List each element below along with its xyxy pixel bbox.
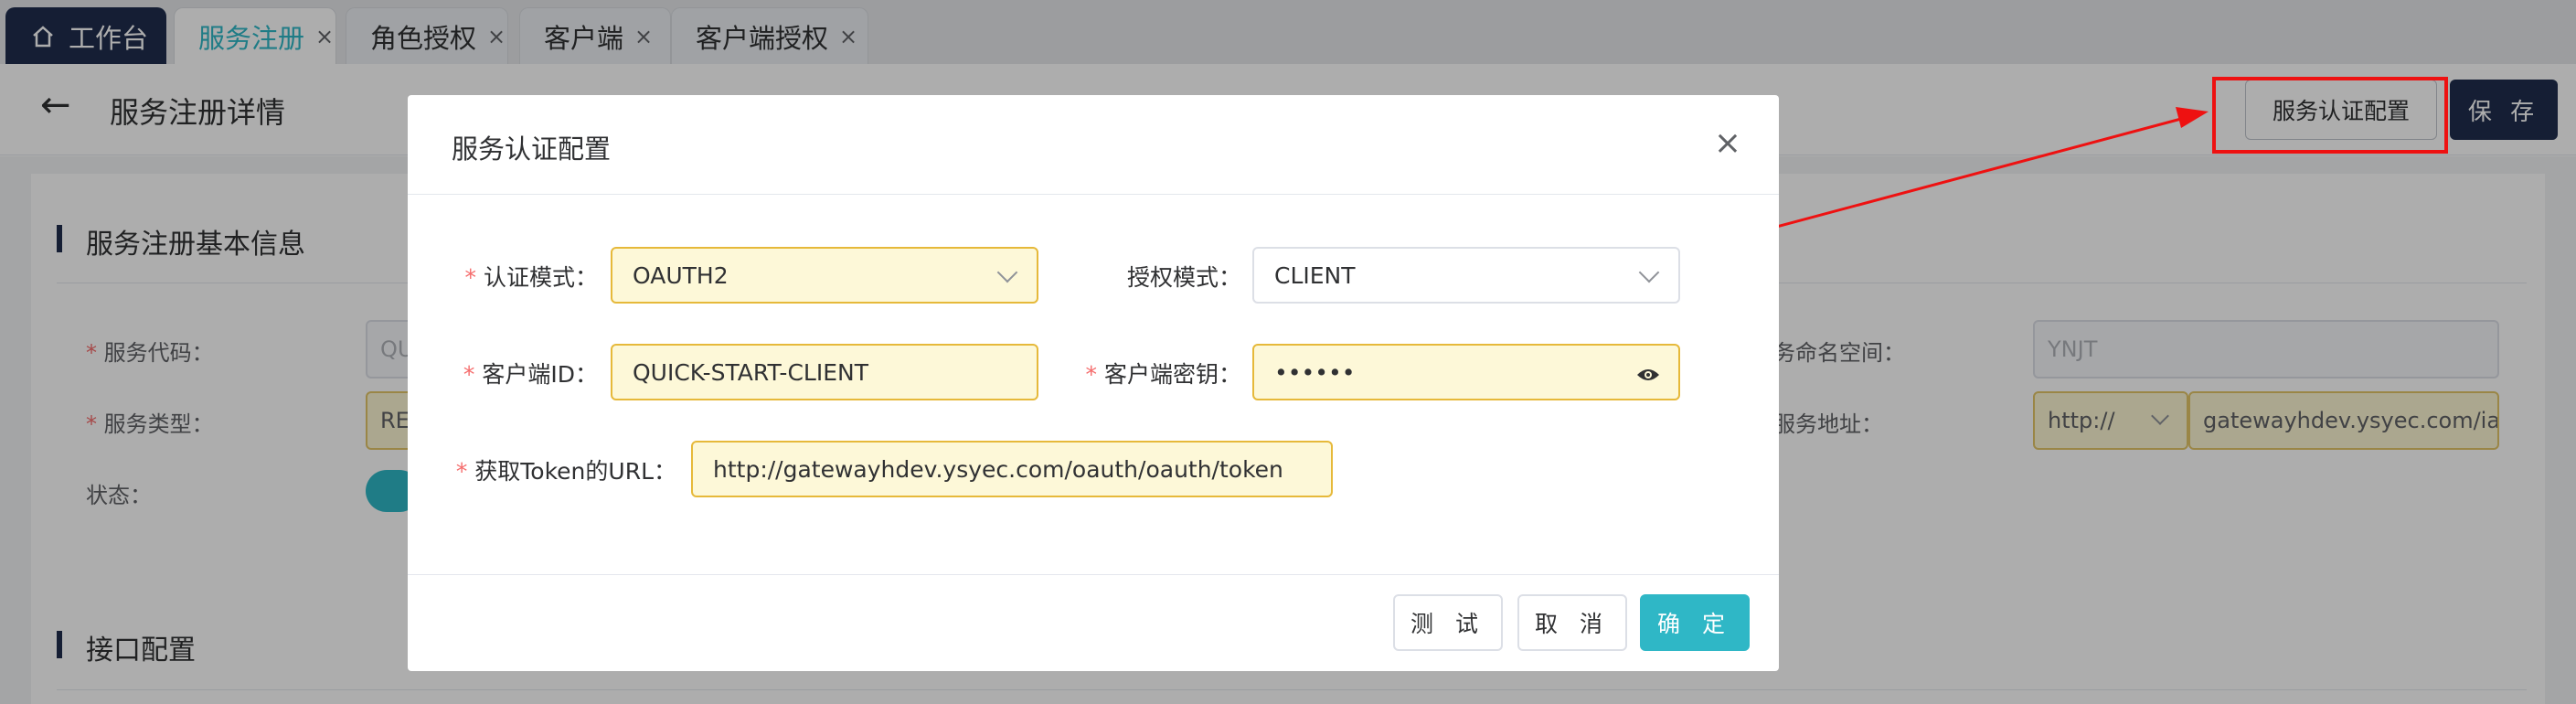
confirm-button[interactable]: 确 定: [1640, 594, 1750, 651]
auth-mode-value: OAUTH2: [633, 261, 729, 289]
client-secret-value: ••••••: [1274, 358, 1356, 386]
client-id-input[interactable]: QUICK-START-CLIENT: [611, 344, 1038, 400]
client-id-label: * 客户端ID：: [463, 361, 598, 388]
client-secret-label: * 客户端密钥：: [1085, 361, 1241, 388]
token-url-input[interactable]: http://gatewayhdev.ysyec.com/oauth/oauth…: [691, 441, 1333, 497]
close-icon[interactable]: ×: [1711, 124, 1744, 162]
eye-icon[interactable]: [1636, 363, 1660, 389]
chevron-down-icon: [996, 261, 1018, 283]
auth-mode-label: * 认证模式：: [464, 264, 598, 291]
cancel-button[interactable]: 取 消: [1517, 594, 1627, 651]
test-button[interactable]: 测 试: [1393, 594, 1503, 651]
grant-mode-label: 授权模式：: [1126, 264, 1241, 291]
dialog-header-divider: [408, 194, 1779, 195]
auth-mode-select[interactable]: OAUTH2: [611, 247, 1038, 304]
token-url-label: * 获取Token的URL：: [455, 458, 676, 485]
chevron-down-icon: [1638, 261, 1660, 283]
grant-mode-value: CLIENT: [1274, 261, 1356, 289]
dialog-footer-divider: [408, 574, 1779, 575]
client-secret-input[interactable]: ••••••: [1252, 344, 1680, 400]
grant-mode-select[interactable]: CLIENT: [1252, 247, 1680, 304]
dialog-title: 服务认证配置: [452, 133, 612, 165]
